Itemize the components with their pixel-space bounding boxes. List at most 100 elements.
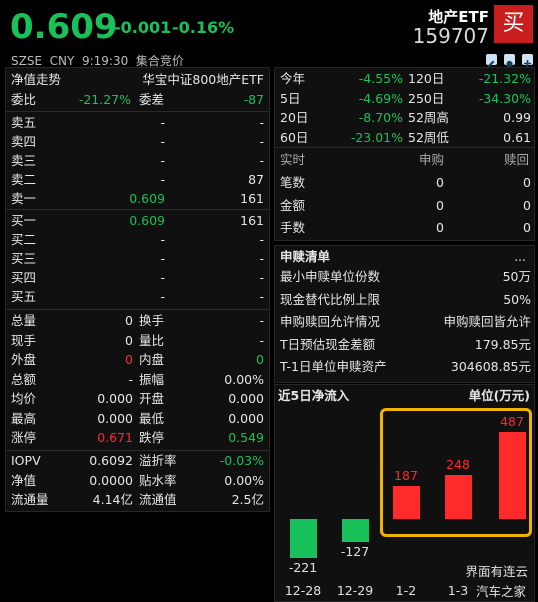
fund-value: 0.00% xyxy=(224,472,264,488)
more-icon[interactable]: ... xyxy=(514,247,526,266)
perf-value: -23.01% xyxy=(350,129,403,145)
bar-value-label: 187 xyxy=(394,467,418,483)
creation-title-row: 申赎清单 ... xyxy=(275,247,534,266)
bid-label: 买五 xyxy=(11,289,37,304)
weibi-label: 委比 xyxy=(11,92,37,107)
fund-label: 流通量 xyxy=(11,492,49,507)
subscribe-value: 0 xyxy=(436,197,444,213)
bar-12-28[interactable] xyxy=(289,519,317,559)
perf-label: 250日 xyxy=(408,90,445,106)
index-name: 华宝中证800地产ETF xyxy=(142,72,264,87)
realtime-row: 笔数 0 0 xyxy=(275,173,534,192)
stat-label: 跌停 xyxy=(139,430,165,445)
nav-trend-row[interactable]: 净值走势 华宝中证800地产ETF xyxy=(6,70,269,89)
bid-volume: - xyxy=(259,232,264,247)
ask-price: - xyxy=(160,115,165,130)
add-icon[interactable] xyxy=(522,54,533,67)
bid-row: 买五 - - xyxy=(6,287,269,306)
creation-label: T日预估现金差额 xyxy=(280,336,376,352)
stat-value: 0 xyxy=(125,352,133,367)
bid-label: 买一 xyxy=(11,213,37,228)
weicha-label: 委差 xyxy=(139,92,165,107)
creation-title: 申赎清单 xyxy=(280,249,331,264)
creation-value: 179.85元 xyxy=(474,336,531,352)
edit-icon[interactable] xyxy=(486,54,497,67)
ask-label: 卖一 xyxy=(11,191,37,206)
bar-1-4[interactable] xyxy=(498,432,526,519)
stat-value: - xyxy=(259,332,264,348)
ask-label: 卖四 xyxy=(11,134,37,149)
realtime-row-label: 手数 xyxy=(280,220,306,235)
stat-label: 总量 xyxy=(11,313,37,328)
security-code: 159707 xyxy=(412,24,489,48)
weicha-value: -87 xyxy=(243,92,264,107)
creation-value: 申购赎回皆允许 xyxy=(443,314,531,329)
stat-row: 总额 - 振幅 0.00% xyxy=(6,370,269,389)
ask-volume: 87 xyxy=(248,172,264,187)
bar-1-3[interactable] xyxy=(444,474,472,519)
stat-value: 0.549 xyxy=(228,430,264,445)
stat-row: 最高 0.000 最低 0.000 xyxy=(6,409,269,428)
perf-label: 20日 xyxy=(280,110,309,125)
bar-12-29[interactable] xyxy=(341,519,369,542)
perf-row: 20日 -8.70% 52周高 0.99 xyxy=(275,108,534,127)
perf-value: 0.99 xyxy=(503,110,531,125)
fund-row: 流通量 4.14亿 流通值 2.5亿 xyxy=(6,490,269,509)
stat-value: - xyxy=(128,371,133,387)
subscribe-label: 申购 xyxy=(419,152,445,167)
bid-volume: 161 xyxy=(240,213,264,228)
fund-value: -0.03% xyxy=(219,453,264,468)
perf-label: 52周低 xyxy=(408,129,449,145)
creation-label: T-1日单位申赎资产 xyxy=(280,359,387,374)
ask-row: 卖四 - - xyxy=(6,132,269,151)
perf-label: 60日 xyxy=(280,129,309,145)
realtime-row: 手数 0 0 xyxy=(275,218,534,237)
stat-value: 0.000 xyxy=(228,391,264,406)
stat-label: 最低 xyxy=(139,410,165,426)
perf-label: 今年 xyxy=(280,71,306,86)
bar-1-2[interactable] xyxy=(392,485,420,519)
ask-label: 卖二 xyxy=(11,172,37,187)
subscribe-value: 0 xyxy=(436,175,444,190)
price-change: -0.001 xyxy=(114,18,172,37)
realtime-label: 实时 xyxy=(280,152,306,167)
stat-row: 总量 0 换手 - xyxy=(6,311,269,330)
bid-volume: - xyxy=(259,251,264,266)
bid-volume: - xyxy=(259,270,264,285)
bar-value-label: -221 xyxy=(288,560,318,576)
stat-value: 0.000 xyxy=(97,391,133,406)
buy-button[interactable]: 买 xyxy=(494,5,533,43)
ask-row: 卖一 0.609 161 xyxy=(6,189,269,208)
ask-price: - xyxy=(160,134,165,149)
weibi-row: 委比 -21.27% 委差 -87 xyxy=(6,90,269,109)
redeem-label: 赎回 xyxy=(503,152,529,167)
ask-price: - xyxy=(160,172,165,187)
perf-label: 5日 xyxy=(280,90,301,106)
bid-price: - xyxy=(160,232,165,247)
fund-value: 0.0000 xyxy=(89,472,133,488)
creation-label: 现金替代比例上限 xyxy=(280,291,381,307)
stat-row: 涨停 0.671 跌停 0.549 xyxy=(6,428,269,447)
fund-label: IOPV xyxy=(11,453,41,468)
redeem-value: 0 xyxy=(523,220,531,235)
perf-value: -4.69% xyxy=(358,90,403,106)
stat-value: 0 xyxy=(125,313,133,328)
stat-value: 0 xyxy=(256,352,264,367)
alert-bell-icon[interactable] xyxy=(504,54,515,68)
stat-label: 量比 xyxy=(139,332,165,348)
bid-price: - xyxy=(160,270,165,285)
bid-row: 买二 - - xyxy=(6,230,269,249)
realtime-row: 金额 0 0 xyxy=(275,196,534,215)
ask-row: 卖五 - - xyxy=(6,113,269,132)
perf-value: -4.55% xyxy=(358,71,403,86)
perf-row: 5日 -4.69% 250日 -34.30% xyxy=(275,89,534,108)
bar-value-label: 248 xyxy=(446,456,470,472)
bid-row: 买三 - - xyxy=(6,249,269,268)
ask-volume: - xyxy=(259,153,264,168)
ask-price: - xyxy=(160,153,165,168)
fund-label: 流通值 xyxy=(139,492,177,507)
stat-row: 现手 0 量比 - xyxy=(6,331,269,350)
stat-label: 最高 xyxy=(11,410,37,426)
ask-row: 卖二 - 87 xyxy=(6,170,269,189)
creation-row: T日预估现金差额 179.85元 xyxy=(275,335,534,354)
